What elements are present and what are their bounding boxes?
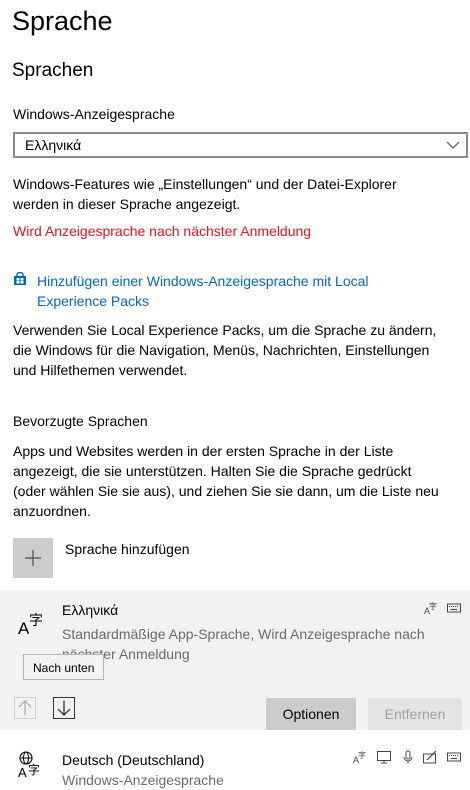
store-icon bbox=[14, 272, 26, 285]
language-name-deutsch: Deutsch (Deutschland) bbox=[62, 752, 205, 768]
svg-text:字: 字 bbox=[358, 750, 366, 760]
add-language-button[interactable] bbox=[13, 538, 53, 578]
move-down-button[interactable] bbox=[53, 697, 75, 719]
display-language-icon bbox=[377, 751, 391, 764]
display-language-dropdown[interactable]: Ελληνικά bbox=[13, 132, 468, 158]
svg-text:字: 字 bbox=[29, 613, 43, 629]
keyboard-icon bbox=[447, 752, 461, 762]
language-icon: A 字 bbox=[18, 613, 43, 636]
display-language-icon: A 字 bbox=[18, 751, 40, 778]
warning-text: Wird Anzeigesprache nach nächster Anmeld… bbox=[13, 223, 312, 239]
arrow-down-icon bbox=[57, 701, 71, 716]
svg-text:A: A bbox=[18, 765, 27, 778]
arrow-up-icon bbox=[18, 700, 32, 715]
svg-text:字: 字 bbox=[429, 601, 437, 611]
chevron-down-icon bbox=[446, 141, 460, 149]
page-title: Sprache bbox=[12, 6, 113, 36]
plus-icon bbox=[25, 550, 41, 566]
keyboard-icon bbox=[447, 603, 461, 613]
language-status-greek: Standardmäßige App-Sprache, Wird Anzeige… bbox=[62, 626, 425, 662]
preferred-languages-description: Apps und Websites werden in der ersten S… bbox=[13, 443, 439, 519]
svg-text:字: 字 bbox=[28, 762, 40, 777]
add-language-label[interactable]: Sprache hinzufügen bbox=[65, 541, 190, 557]
section-title-sprachen: Sprachen bbox=[12, 60, 94, 81]
lxp-description: Verwenden Sie Local Experience Packs, um… bbox=[13, 322, 437, 378]
options-button[interactable]: Optionen bbox=[266, 698, 356, 730]
language-options-icon: A 字 bbox=[353, 750, 366, 764]
language-name-greek: Ελληνικά bbox=[62, 602, 119, 618]
display-language-description: Windows-Features wie „Einstellungen“ und… bbox=[13, 176, 397, 212]
move-down-tooltip: Nach unten bbox=[23, 654, 105, 680]
preferred-languages-heading: Bevorzugte Sprachen bbox=[13, 413, 148, 429]
add-display-language-link[interactable]: Hinzufügen einer Windows-Anzeigesprache … bbox=[37, 271, 369, 311]
remove-button[interactable]: Entfernen bbox=[368, 698, 462, 730]
handwriting-icon bbox=[423, 750, 437, 764]
move-up-button[interactable] bbox=[14, 697, 36, 719]
display-language-value: Ελληνικά bbox=[25, 137, 82, 153]
speech-icon bbox=[403, 750, 413, 764]
language-status-deutsch: Windows-Anzeigesprache bbox=[62, 772, 224, 788]
display-language-label: Windows-Anzeigesprache bbox=[13, 106, 175, 122]
language-options-icon: A 字 bbox=[424, 601, 437, 615]
